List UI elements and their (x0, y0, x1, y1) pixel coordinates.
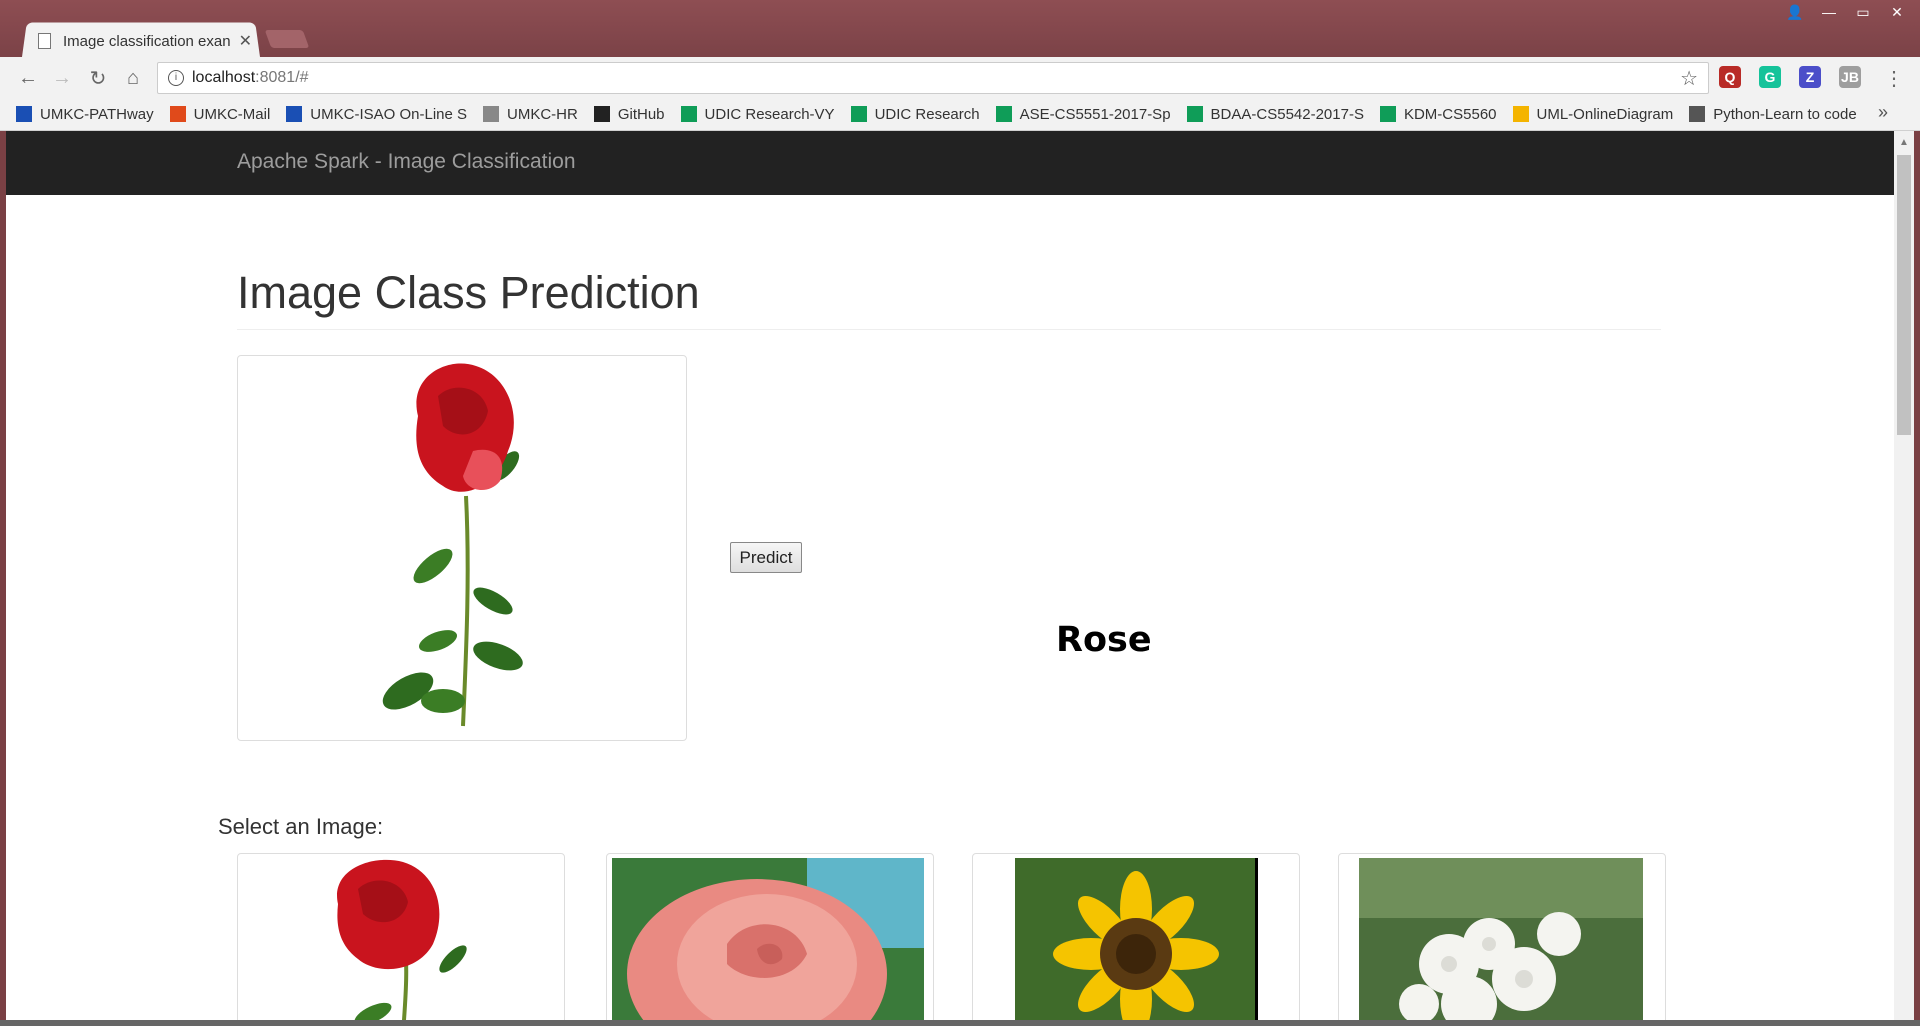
title-divider (237, 329, 1661, 330)
address-bar[interactable]: i localhost:8081/# ☆ (157, 62, 1709, 94)
bookmark-label: GitHub (617, 105, 665, 123)
window-controls: 👤 — ▭ ✕ (1780, 2, 1912, 22)
scroll-up-icon[interactable]: ▲ (1899, 137, 1909, 148)
bookmark-item[interactable]: UMKC-HR (483, 106, 578, 123)
bookmark-favicon-icon (169, 106, 186, 122)
new-tab-button[interactable] (264, 30, 310, 48)
more-bookmarks-icon[interactable]: » (1878, 102, 1888, 123)
bookmark-label: UML-OnlineDiagram (1536, 105, 1674, 123)
bookmark-item[interactable]: UDIC Research-VY (680, 105, 835, 123)
gallery-image-pink-rose[interactable] (606, 853, 934, 1026)
navbar: Apache Spark - Image Classification (6, 131, 1894, 195)
minimize-icon[interactable]: — (1814, 2, 1844, 22)
bookmark-item[interactable]: KDM-CS5560 (1379, 105, 1497, 123)
page-content: Apache Spark - Image Classification Imag… (6, 131, 1894, 1026)
gallery-image-sunflower[interactable] (972, 853, 1300, 1026)
gallery-image-red-rose[interactable] (237, 853, 565, 1026)
predict-button[interactable]: Predict (730, 542, 802, 573)
page-title: Image Class Prediction (237, 267, 700, 318)
bookmark-favicon-icon (16, 106, 32, 122)
bookmarks-bar: UMKC-PATHway UMKC-Mail UMKC-ISAO On-Line S… (0, 98, 1920, 131)
bookmark-label: ASE-CS5551-2017-Sp (1019, 105, 1171, 123)
prediction-result: Rose (1056, 620, 1152, 660)
bookmark-label: UMKC-Mail (193, 105, 271, 123)
bookmark-label: BDAA-CS5542-2017-S (1210, 105, 1364, 123)
bookmark-favicon-icon (995, 106, 1012, 122)
bookmark-label: KDM-CS5560 (1403, 105, 1497, 123)
bookmark-item[interactable]: UMKC-Mail (169, 105, 271, 123)
tab-content[interactable]: Image classification exan ✕ (38, 26, 252, 56)
bookmark-favicon-icon (680, 106, 697, 122)
bookmark-label: UMKC-PATHway (40, 105, 154, 123)
zotero-icon[interactable]: Z (1799, 66, 1821, 88)
navbar-brand[interactable]: Apache Spark - Image Classification (237, 150, 576, 174)
bookmark-favicon-icon (1512, 106, 1529, 122)
select-image-label: Select an Image: (218, 814, 384, 839)
user-icon[interactable]: 👤 (1780, 2, 1810, 22)
bookmark-favicon-icon (593, 106, 610, 122)
reload-icon[interactable]: ↻ (86, 66, 110, 90)
bookmark-item[interactable]: UMKC-ISAO On-Line S (286, 106, 467, 123)
page-scrollbar[interactable]: ▲ (1894, 131, 1914, 1026)
bookmark-star-icon[interactable]: ☆ (1680, 66, 1698, 91)
close-window-icon[interactable]: ✕ (1882, 2, 1912, 22)
info-icon[interactable]: i (168, 70, 184, 86)
bookmark-item[interactable]: UDIC Research (850, 105, 980, 123)
window-bottom-edge (0, 1020, 1920, 1026)
url-host: localhost (192, 69, 256, 86)
bookmark-item[interactable]: Python-Learn to code (1689, 105, 1857, 123)
page-icon (38, 33, 51, 49)
bookmark-item[interactable]: ASE-CS5551-2017-Sp (995, 105, 1171, 123)
bookmark-favicon-icon (850, 106, 867, 122)
tab-close-icon[interactable]: ✕ (239, 31, 252, 51)
bookmark-favicon-icon (1186, 106, 1203, 122)
url-rest: :8081/# (255, 69, 309, 86)
bookmark-label: Python-Learn to code (1713, 105, 1857, 123)
scrollbar-thumb[interactable] (1897, 155, 1911, 435)
gallery-image-jasmine[interactable] (1338, 853, 1666, 1026)
bookmark-label: UMKC-ISAO On-Line S (310, 105, 468, 123)
grammarly-icon[interactable]: G (1759, 66, 1781, 88)
bookmark-item[interactable]: UMKC-PATHway (16, 106, 154, 123)
bookmark-favicon-icon (1689, 106, 1706, 122)
jb-icon[interactable]: JB (1839, 66, 1861, 88)
quora-icon[interactable]: Q (1719, 66, 1741, 88)
bookmark-item[interactable]: BDAA-CS5542-2017-S (1186, 105, 1364, 123)
bookmark-label: UDIC Research (874, 105, 980, 123)
forward-icon[interactable]: → (50, 66, 74, 90)
bookmark-favicon-icon (1379, 106, 1396, 122)
maximize-icon[interactable]: ▭ (1848, 2, 1878, 22)
bookmark-item[interactable]: GitHub (593, 105, 665, 123)
bookmark-label: UDIC Research-VY (704, 105, 835, 123)
tab-title: Image classification exan (63, 32, 231, 50)
menu-icon[interactable]: ⋮ (1882, 66, 1906, 90)
browser-titlebar (0, 0, 1920, 57)
bookmark-label: UMKC-HR (507, 105, 578, 123)
selected-image (237, 355, 687, 741)
home-icon[interactable]: ⌂ (121, 66, 145, 90)
back-icon[interactable]: ← (16, 66, 40, 90)
bookmark-item[interactable]: UML-OnlineDiagram (1512, 105, 1674, 123)
bookmark-favicon-icon (286, 106, 303, 122)
bookmark-favicon-icon (483, 106, 500, 122)
